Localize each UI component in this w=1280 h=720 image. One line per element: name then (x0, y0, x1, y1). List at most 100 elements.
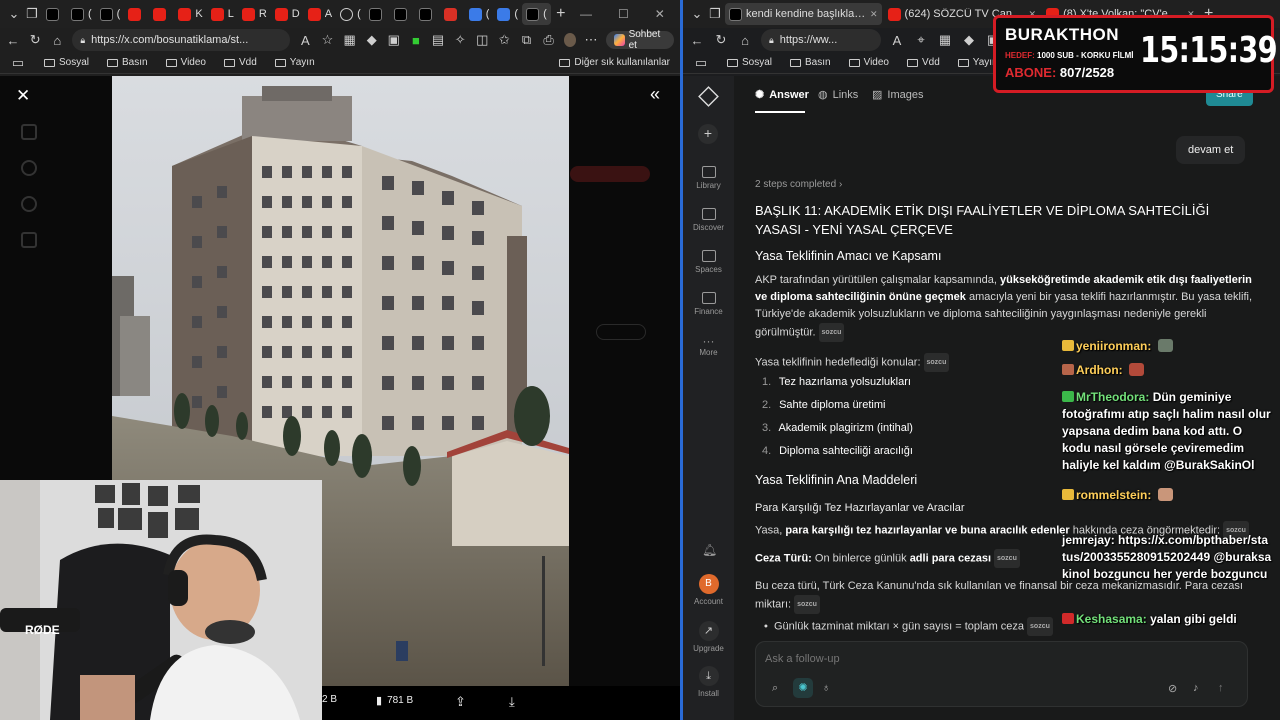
sidebar-upgrade[interactable]: ↗ Upgrade (683, 621, 734, 653)
extension-4-icon[interactable]: ■ (409, 33, 423, 48)
bookmark-vdd[interactable]: Vdd (224, 57, 257, 68)
collapse-panel-icon[interactable]: « (650, 84, 660, 105)
sidebar-item-discover[interactable]: Discover (683, 208, 734, 232)
home-icon[interactable]: ⌂ (50, 33, 64, 48)
source-chip[interactable]: sozcu (994, 549, 1020, 568)
submit-arrow-icon[interactable]: ↑ (1218, 682, 1224, 694)
refresh-icon[interactable]: ↻ (713, 32, 729, 48)
right-url-field[interactable]: 🔒︎ https://ww... (761, 29, 881, 51)
browser-tab[interactable]: ( (67, 3, 96, 25)
bookmark-yayin[interactable]: Yayın (274, 57, 315, 68)
browser-tab[interactable]: ( (522, 3, 551, 25)
browser-tab[interactable] (390, 3, 415, 25)
tab-menu-chevron-icon[interactable]: ⌄ (689, 6, 705, 22)
perplexity-logo-icon[interactable] (698, 86, 719, 107)
workspaces-icon[interactable]: ❐ (707, 6, 723, 22)
notifications-bell-icon[interactable]: 🔔︎ (702, 543, 717, 557)
maximize-icon[interactable]: ☐ (618, 7, 629, 21)
tab-links[interactable]: ◍ Links (818, 88, 858, 102)
reading-list-icon[interactable]: ▭ (693, 55, 709, 71)
back-icon[interactable]: ← (689, 33, 705, 48)
read-aloud-icon[interactable]: A (298, 33, 312, 48)
browser-tab[interactable] (124, 3, 149, 25)
tab-menu-chevron-icon[interactable]: ⌄ (6, 6, 22, 22)
sidebar-item-spaces[interactable]: Spaces (683, 250, 734, 274)
download-icon[interactable]: ⤓ (509, 694, 515, 710)
source-chip[interactable]: sozcu (1027, 617, 1053, 636)
split-screen-icon[interactable]: ◫ (475, 32, 489, 48)
reading-list-icon[interactable]: ▭ (10, 55, 26, 71)
more-menu-icon[interactable]: ⋯ (584, 32, 598, 48)
left-url-field[interactable]: 🔒︎ https://x.com/bosunatiklama/st... (72, 29, 291, 51)
bookmark-vdd[interactable]: Vdd (907, 57, 940, 68)
sidebar-item-finance[interactable]: Finance (683, 292, 734, 316)
extension-5-icon[interactable]: ▤ (431, 32, 445, 48)
browser-tab[interactable]: R (238, 3, 271, 25)
research-mode-icon[interactable]: ✺ (793, 678, 813, 698)
close-window-icon[interactable]: ✕ (655, 7, 665, 21)
bookmark-video[interactable]: Video (848, 57, 889, 68)
browser-tab[interactable] (149, 3, 174, 25)
extensions-puzzle-icon[interactable]: ✧ (453, 32, 467, 48)
sidebar-install[interactable]: ⤓ Install (683, 666, 734, 698)
sidebar-item-library[interactable]: Library (683, 166, 734, 190)
bookmark-yayin[interactable]: Yayın (957, 57, 998, 68)
browser-tab[interactable]: ( (465, 3, 494, 25)
refresh-icon[interactable]: ↻ (28, 32, 42, 48)
browser-tab[interactable]: kendi kendine başlıkları gi... ✕ (725, 3, 882, 25)
copilot-chat-button[interactable]: Sohbet et (606, 29, 674, 51)
bookmark-basin[interactable]: Basın (107, 57, 148, 68)
minimize-icon[interactable]: — (580, 7, 592, 21)
extension-1-icon[interactable]: ▦ (343, 32, 357, 48)
microphone-icon[interactable]: ♪ (1193, 682, 1199, 694)
browser-tab[interactable] (365, 3, 390, 25)
browser-tab[interactable]: K (174, 3, 206, 25)
stat-left[interactable]: 2 B (322, 694, 337, 705)
favorites-icon[interactable]: ✩ (497, 32, 511, 48)
other-bookmarks[interactable]: Diğer sık kullanılanlar (559, 57, 670, 68)
share-icon[interactable]: ⇪ (455, 694, 466, 710)
bookmark-basin[interactable]: Basın (790, 57, 831, 68)
follow-up-input[interactable] (765, 650, 1235, 668)
search-icon[interactable]: ⌕ (772, 682, 778, 695)
browser-tab[interactable]: A (304, 3, 336, 25)
steps-completed[interactable]: 2 steps completed › (755, 176, 1255, 193)
extension-2-icon[interactable]: ◆ (961, 32, 977, 48)
home-icon[interactable]: ⌂ (737, 33, 753, 48)
views-stat[interactable]: ▮ 781 B (376, 694, 413, 707)
browser-tab[interactable]: ( (336, 3, 365, 25)
workspaces-icon[interactable]: ❐ (24, 6, 40, 22)
source-chip[interactable]: sozcu (923, 353, 950, 372)
browser-tab[interactable]: ( (96, 3, 125, 25)
sidebar-item-more[interactable]: ··· More (683, 334, 734, 357)
browser-tab[interactable]: D (271, 3, 304, 25)
profile-avatar[interactable] (563, 33, 576, 47)
attach-icon[interactable]: ⊘ (1168, 682, 1177, 695)
sidebar-account[interactable]: B Account (683, 574, 734, 606)
browser-tab[interactable]: ( (493, 3, 522, 25)
bookmark-sosyal[interactable]: Sosyal (44, 57, 89, 68)
source-chip[interactable]: sozcu (794, 595, 820, 614)
extension-1-icon[interactable]: ▦ (937, 32, 953, 48)
tab-answer[interactable]: ✺ Answer (755, 88, 809, 102)
lightbulb-icon[interactable]: ♁ (822, 682, 830, 694)
bookmark-sosyal[interactable]: Sosyal (727, 57, 772, 68)
tab-images[interactable]: ▨ Images (872, 88, 923, 102)
collections-icon[interactable]: ⧉ (519, 32, 533, 48)
close-viewer-icon[interactable]: ✕ (16, 86, 30, 106)
browser-tab[interactable] (440, 3, 465, 25)
back-icon[interactable]: ← (6, 33, 20, 48)
new-tab-icon[interactable]: + (553, 5, 569, 23)
read-aloud-icon[interactable]: A (889, 33, 905, 48)
screenshot-icon[interactable]: ⎙ (542, 32, 556, 48)
browser-tab[interactable]: L (207, 3, 238, 25)
source-chip[interactable]: sozcu (818, 323, 845, 342)
bookmark-video[interactable]: Video (165, 57, 206, 68)
favorite-star-icon[interactable]: ☆ (320, 32, 334, 48)
browser-tab[interactable] (42, 3, 67, 25)
new-thread-icon[interactable]: + (698, 124, 718, 144)
location-icon[interactable]: ⌖ (913, 32, 929, 48)
extension-3-icon[interactable]: ▣ (387, 32, 401, 48)
close-tab-icon[interactable]: ✕ (870, 9, 878, 20)
extension-2-icon[interactable]: ◆ (365, 32, 379, 48)
